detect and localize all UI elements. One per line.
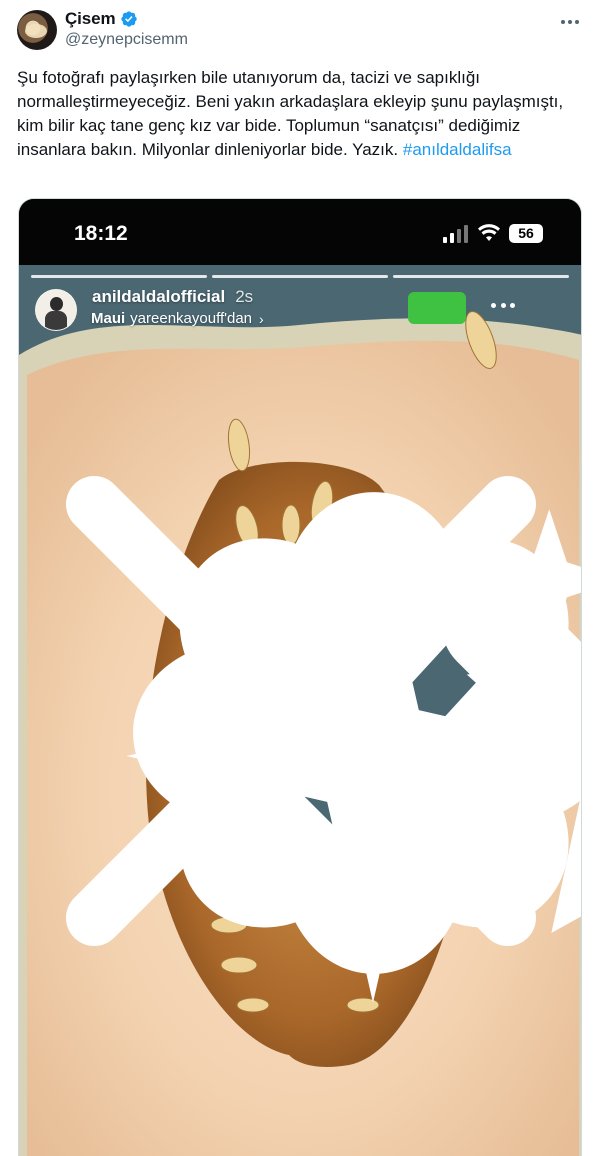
verified-icon: [120, 11, 137, 27]
tweet-media[interactable]: 18:12 56 anildaldalofficial 2s Maui yare…: [18, 198, 582, 1156]
hashtag-link[interactable]: #anıldaldalifsa: [403, 140, 512, 159]
author-handle[interactable]: @zeynepcisemm: [65, 31, 188, 49]
wifi-icon: [478, 224, 500, 241]
more-options-icon[interactable]: [558, 12, 582, 32]
close-icon[interactable]: [19, 265, 581, 1156]
phone-status-bar: 18:12 56: [19, 199, 581, 265]
avatar[interactable]: [17, 10, 57, 50]
tweet-text: Şu fotoğrafı paylaşırken bile utanıyorum…: [17, 66, 583, 162]
display-name[interactable]: Çisem: [65, 9, 138, 29]
signal-icon: [443, 225, 468, 243]
battery-indicator: 56: [509, 224, 543, 243]
story-photo: anildaldalofficial 2s Maui yareenkayouff…: [19, 265, 581, 1156]
author-name[interactable]: Çisem: [65, 9, 116, 29]
status-clock: 18:12: [74, 222, 128, 245]
tweet-header: Çisem @zeynepcisemm: [0, 0, 600, 62]
